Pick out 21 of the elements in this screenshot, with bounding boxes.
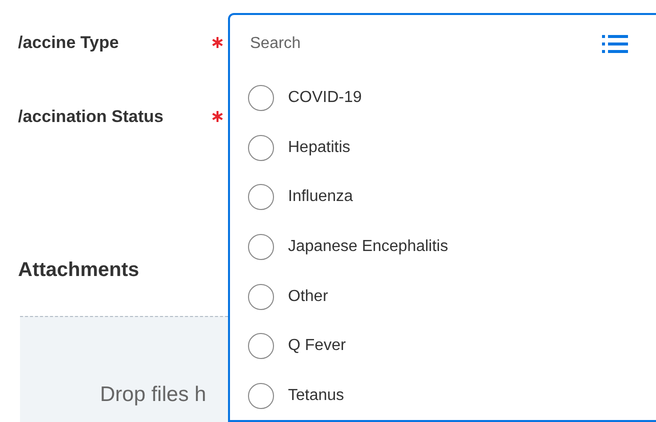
radio-button[interactable] <box>248 333 274 360</box>
option-item[interactable]: Tetanus <box>230 371 352 421</box>
radio-button[interactable] <box>248 134 274 161</box>
option-item[interactable]: Influenza <box>230 172 361 222</box>
section-title: Attachments <box>18 258 140 283</box>
option-item[interactable]: COVID-19 <box>230 73 370 123</box>
field-label: /accination Status <box>18 106 164 128</box>
option-item[interactable]: Japanese Encephalitis <box>230 222 456 272</box>
option-item[interactable]: Hepatitis <box>230 122 358 172</box>
drop-text: Drop files h <box>100 383 206 406</box>
radio-button[interactable] <box>248 184 274 210</box>
list-icon[interactable] <box>602 35 628 53</box>
radio-button[interactable] <box>248 382 274 409</box>
radio-button[interactable] <box>248 234 274 260</box>
option-item[interactable]: Q Fever <box>230 321 354 372</box>
radio-button[interactable] <box>248 284 274 310</box>
search-field[interactable]: Search <box>250 32 602 56</box>
field-label: /accine Type <box>18 32 119 54</box>
drop-zone[interactable]: Drop files h <box>20 316 228 422</box>
radio-button[interactable] <box>248 84 274 111</box>
option-item[interactable]: Other <box>230 272 336 322</box>
